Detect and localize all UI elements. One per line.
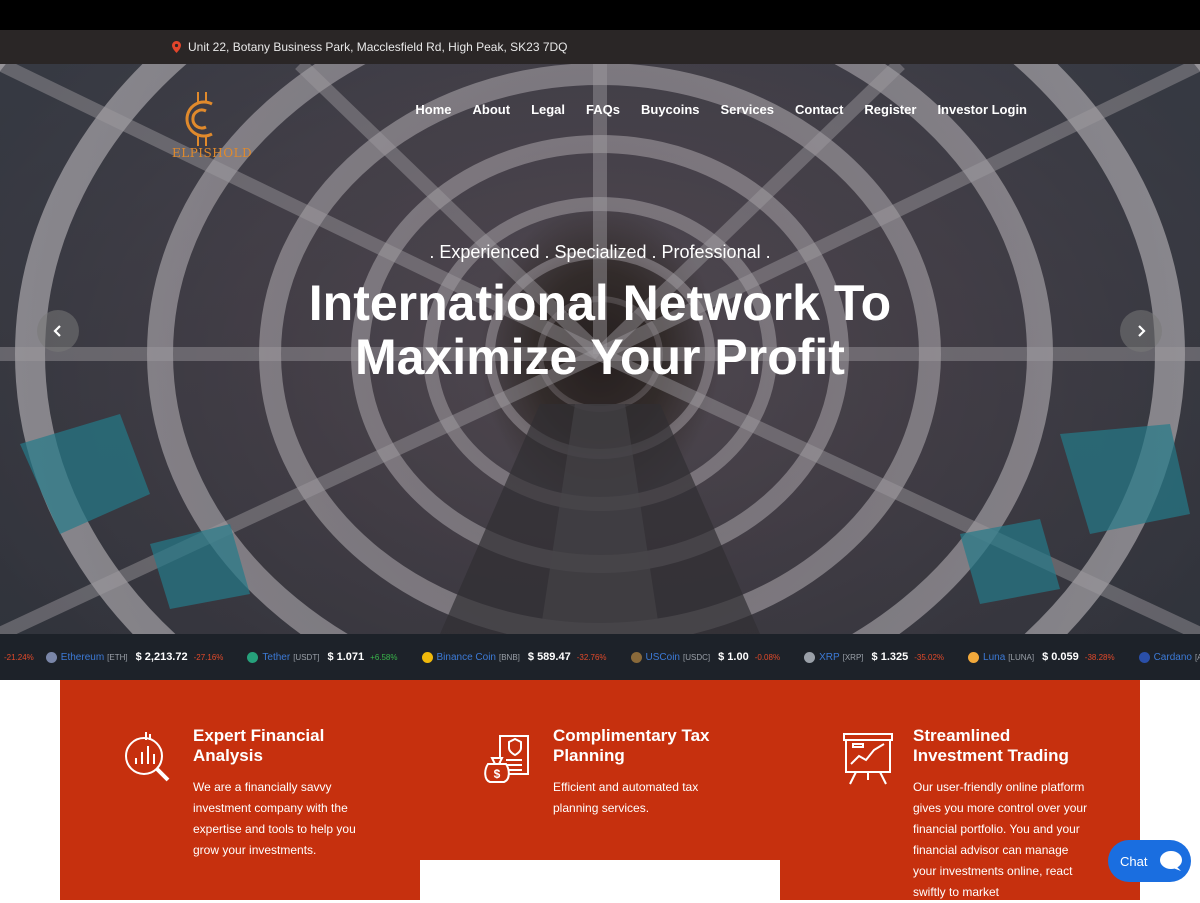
nav-services[interactable]: Services — [721, 102, 775, 117]
chevron-left-icon — [53, 325, 61, 337]
ticker-item[interactable]: USCoin [USDC] $ 1.00 -0.08% — [630, 651, 793, 663]
svg-text:$: $ — [494, 767, 501, 781]
nav-faqs[interactable]: FAQs — [586, 102, 620, 117]
ticker-item[interactable]: Ethereum [ETH] $ 2,213.72 -27.16% — [45, 651, 236, 663]
coin-symbol: [USDC] — [682, 652, 711, 662]
main-navigation: Home About Legal FAQs Buycoins Services … — [394, 102, 1027, 117]
coin-icon — [630, 651, 642, 663]
feature-title: Expert Financial Analysis — [193, 726, 325, 765]
nav-about[interactable]: About — [473, 102, 511, 117]
coin-change: -0.08% — [754, 652, 781, 662]
nav-buycoins[interactable]: Buycoins — [641, 102, 700, 117]
coin-price: $ 0.059 — [1042, 651, 1079, 663]
feature-text: We are a financially savvy investment co… — [193, 780, 356, 857]
nav-home[interactable]: Home — [415, 102, 451, 117]
coin-price: $ 1.071 — [327, 651, 365, 663]
ticker-item[interactable]: XRP [XRP] $ 1.325 -35.02% — [804, 651, 956, 663]
coin-symbol: [XRP] — [842, 652, 864, 662]
coin-name: XRP — [819, 651, 840, 663]
coin-symbol: [USDT] — [293, 652, 320, 662]
ticker-items: Ethereum [ETH] $ 2,213.72 -27.16% Tether [USD… — [45, 651, 1200, 663]
feature-text: Our user-friendly online platform gives … — [913, 780, 1088, 899]
hero-tagline: . Experienced . Specialized . Profession… — [429, 242, 771, 262]
nav-investor-login[interactable]: Investor Login — [937, 102, 1027, 117]
coin-icon — [45, 651, 57, 663]
nav-legal[interactable]: Legal — [531, 102, 565, 117]
coin-symbol: [ADA] — [1194, 652, 1200, 662]
bitcoin-c-logo-icon — [185, 92, 213, 146]
chat-label: Chat — [1120, 853, 1148, 869]
coin-price: $ 2,213.72 — [135, 651, 188, 663]
coin-symbol: [ETH] — [107, 652, 128, 662]
coin-name: Luna — [983, 651, 1006, 663]
feature-title: Streamlined Investment Trading — [913, 726, 1069, 765]
ticker-item[interactable]: Binance Coin [BNB] $ 589.47 -32.76% — [421, 651, 619, 663]
hero-headline-line-2: Maximize Your Profit — [355, 329, 845, 385]
coin-icon — [247, 651, 259, 663]
feature-text: Efficient and automated tax planning ser… — [553, 780, 699, 815]
coin-name: Ethereum — [60, 651, 105, 663]
brand-name: ELPISHOLD — [172, 146, 253, 160]
map-pin-icon — [172, 41, 181, 53]
presentation-board-icon — [843, 733, 893, 785]
coin-change: -35.02% — [914, 652, 945, 662]
ticker-item[interactable]: Tether [USDT] $ 1.071 +6.58% — [247, 651, 409, 663]
coin-change: -32.76% — [576, 652, 607, 662]
address-text: Unit 22, Botany Business Park, Macclesfi… — [188, 40, 568, 54]
coin-symbol: [BNB] — [498, 652, 520, 662]
crypto-price-ticker: -21.24% Ethereum [ETH] $ 2,213.72 -27.16% Te… — [0, 634, 1200, 680]
ticker-leading-change: -21.24% — [4, 652, 34, 662]
ticker-item[interactable]: Cardano[ADA]$ 0.237-4 — [1138, 651, 1200, 663]
white-card — [420, 860, 780, 900]
coin-change: -38.28% — [1084, 652, 1115, 662]
hero-slider: ELPISHOLD Home About Legal FAQs Buycoins… — [0, 64, 1200, 634]
slider-next-button[interactable] — [1120, 310, 1162, 352]
coin-icon — [421, 651, 433, 663]
coin-price: $ 1.325 — [871, 651, 909, 663]
hero-headline: International Network To Maximize Your P… — [0, 276, 1200, 384]
coin-change: -27.16% — [193, 652, 224, 662]
chat-widget-button[interactable]: Chat — [1108, 840, 1191, 882]
coin-icon — [968, 651, 980, 663]
chat-bubble-icon — [1160, 851, 1182, 871]
coin-price: $ 1.00 — [718, 651, 749, 663]
site-logo[interactable]: ELPISHOLD — [172, 90, 252, 164]
coin-icon — [1138, 651, 1150, 663]
hero-headline-line-1: International Network To — [308, 275, 892, 331]
nav-register[interactable]: Register — [864, 102, 916, 117]
nav-contact[interactable]: Contact — [795, 102, 843, 117]
coin-name: Cardano — [1153, 651, 1192, 663]
tax-document-money-bag-icon: $ — [484, 735, 529, 783]
coin-change: +6.58% — [370, 652, 398, 662]
feature-title: Complimentary Tax Planning — [553, 726, 710, 765]
coin-symbol: [LUNA] — [1008, 652, 1035, 662]
analysis-chart-magnifier-icon — [125, 732, 170, 782]
coin-name: Tether — [262, 651, 291, 663]
top-info-bar: Unit 22, Botany Business Park, Macclesfi… — [0, 30, 1200, 64]
chevron-right-icon — [1138, 325, 1146, 337]
slider-prev-button[interactable] — [37, 310, 79, 352]
browser-top-strip — [0, 0, 1200, 30]
coin-icon — [804, 651, 816, 663]
coin-name: USCoin — [645, 651, 680, 663]
coin-name: Binance Coin — [436, 651, 496, 663]
coin-price: $ 589.47 — [527, 651, 571, 663]
ticker-item[interactable]: Luna [LUNA] $ 0.059 -38.28% — [968, 651, 1127, 663]
